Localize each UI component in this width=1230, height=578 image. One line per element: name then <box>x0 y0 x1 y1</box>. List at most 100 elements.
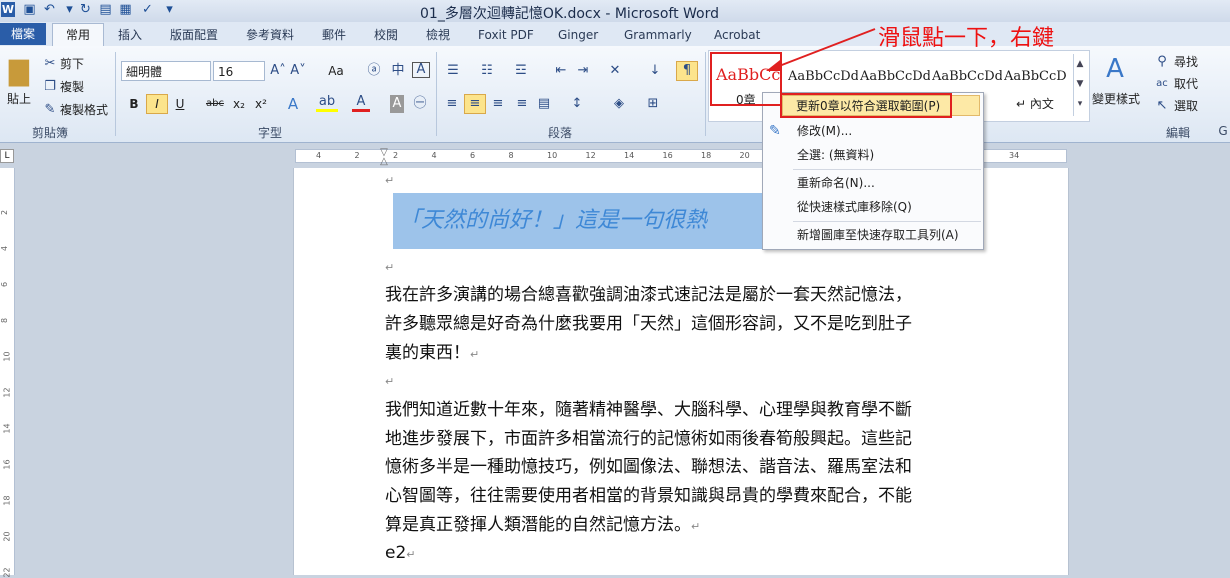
body-text: 算是真正發揮人類潛能的自然記憶方法。 <box>385 515 691 535</box>
italic-button[interactable]: I <box>146 94 168 114</box>
grow-font-icon[interactable]: A˄ <box>270 62 286 80</box>
tab-grammarly[interactable]: Grammarly <box>624 25 692 45</box>
asian-layout-icon[interactable]: ✕ <box>606 62 624 80</box>
clear-format-icon[interactable]: ⓐ <box>366 62 382 80</box>
tab-view[interactable]: 檢視 <box>426 25 450 45</box>
tab-mailings[interactable]: 郵件 <box>322 25 346 45</box>
ruler-number: 8 <box>508 151 514 160</box>
line-spacing-icon[interactable]: ↕ <box>568 95 586 113</box>
indent-marker[interactable]: ▽ △ <box>379 148 389 167</box>
bullets-icon[interactable]: ☰ <box>444 62 462 80</box>
tab-page-layout[interactable]: 版面配置 <box>170 25 218 45</box>
ruler-number: 10 <box>2 351 12 362</box>
vertical-ruler[interactable]: 2 4 6 8 10 12 14 16 18 20 22 <box>0 168 15 578</box>
char-shading-icon[interactable]: A <box>390 95 404 113</box>
text-effects-icon[interactable]: A <box>284 95 302 113</box>
redo-icon[interactable]: ↻ <box>78 2 93 17</box>
tab-references[interactable]: 參考資料 <box>246 25 294 45</box>
subscript-button[interactable]: x₂ <box>230 95 248 113</box>
menu-item-label: 修改(M)... <box>797 124 853 138</box>
strikethrough-button[interactable]: abc <box>204 95 226 113</box>
word-app-icon[interactable]: W <box>1 2 15 17</box>
menu-modify[interactable]: 修改(M)... <box>763 119 983 143</box>
menu-item-label: 從快速樣式庫移除(Q) <box>797 200 912 214</box>
save-icon[interactable]: ▣ <box>22 2 37 17</box>
paste-button[interactable]: 貼上 <box>3 90 35 108</box>
font-size-combo[interactable]: 16 <box>213 61 265 81</box>
bold-button[interactable]: B <box>126 95 142 113</box>
menu-rename[interactable]: 重新命名(N)... <box>763 171 983 195</box>
new-doc-icon[interactable]: ▦ <box>118 2 133 17</box>
ruler-number: 12 <box>2 387 12 398</box>
format-painter-button[interactable]: 複製格式 <box>60 101 108 119</box>
borders-icon[interactable]: ⊞ <box>644 95 662 113</box>
enclose-char-icon[interactable]: ㊀ <box>412 95 428 113</box>
multilevel-list-icon[interactable]: ☲ <box>512 62 530 80</box>
superscript-button[interactable]: x² <box>252 95 270 113</box>
select-button[interactable]: 選取 <box>1174 97 1198 115</box>
show-marks-icon[interactable]: ¶ <box>676 61 698 81</box>
binoculars-icon[interactable]: ⚲ <box>1154 53 1170 71</box>
align-right-icon[interactable]: ≡ <box>490 95 506 113</box>
align-left-icon[interactable]: ≡ <box>444 95 460 113</box>
dropdown-icon[interactable]: ▾ <box>62 2 77 17</box>
selected-heading[interactable]: 「天然的尚好！」這是一句很熱 <box>393 193 783 249</box>
tab-home[interactable]: 常用 <box>52 23 104 48</box>
replace-button[interactable]: 取代 <box>1174 75 1198 93</box>
menu-add-to-qat[interactable]: 新增圖庫至快速存取工具列(A) <box>763 223 983 247</box>
highlight-icon[interactable]: ab <box>316 95 338 112</box>
ruler-number: 14 <box>624 151 635 160</box>
decrease-indent-icon[interactable]: ⇤ <box>552 62 570 80</box>
group-divider <box>436 52 437 136</box>
annotation-box-menu-item <box>780 93 952 118</box>
underline-button[interactable]: U <box>172 95 188 113</box>
tab-file[interactable]: 檔案 <box>0 23 46 45</box>
tab-review[interactable]: 校閱 <box>374 25 398 45</box>
tab-acrobat[interactable]: Acrobat <box>714 25 760 45</box>
menu-item-label: 新增圖庫至快速存取工具列(A) <box>797 228 959 242</box>
paragraph-mark: ↵ <box>385 375 395 388</box>
font-color-icon[interactable]: A <box>352 95 370 112</box>
distributed-icon[interactable]: ▤ <box>536 95 552 113</box>
numbering-icon[interactable]: ☷ <box>478 62 496 80</box>
body-line: e2↵ <box>385 539 416 569</box>
ruler-number: 6 <box>0 281 10 288</box>
annotation-text: 滑鼠點一下，右鍵 <box>878 26 1055 51</box>
group-divider <box>705 52 706 136</box>
increase-indent-icon[interactable]: ⇥ <box>574 62 592 80</box>
cut-button[interactable]: 剪下 <box>60 55 84 73</box>
gallery-scroll[interactable]: ▲ ▼ ▾ <box>1073 54 1086 116</box>
find-button[interactable]: 尋找 <box>1174 53 1198 71</box>
change-styles-icon[interactable]: A <box>1100 54 1130 84</box>
menu-select-all[interactable]: 全選: (無資料) <box>763 143 983 167</box>
style-normal[interactable]: AaBbCcD ↵ 內文 <box>1004 57 1074 109</box>
change-case-button[interactable]: Aa <box>324 62 348 80</box>
change-styles-button[interactable]: 變更樣式 <box>1090 90 1142 108</box>
font-name-combo[interactable]: 細明體 <box>121 61 211 81</box>
phonetic-guide-icon[interactable]: 中 <box>388 62 408 80</box>
undo-icon[interactable]: ↶ <box>42 2 57 17</box>
tab-insert[interactable]: 插入 <box>118 25 142 45</box>
paste-icon[interactable]: ▇ <box>6 54 32 90</box>
cut-icon[interactable]: ✂ <box>42 55 58 73</box>
menu-remove-from-gallery[interactable]: 從快速樣式庫移除(Q) <box>763 195 983 219</box>
copy-icon[interactable]: ❐ <box>42 78 58 96</box>
replace-icon[interactable]: ac <box>1154 75 1170 93</box>
shrink-font-icon[interactable]: A˅ <box>290 62 306 80</box>
format-painter-icon[interactable]: ✎ <box>42 101 58 119</box>
copy-button[interactable]: 複製 <box>60 78 84 96</box>
char-border-icon[interactable]: A <box>412 62 430 78</box>
customize-qat-icon[interactable]: ▾ <box>162 2 177 17</box>
ruler-number: 6 <box>470 151 476 160</box>
print-preview-icon[interactable]: ▤ <box>98 2 113 17</box>
tab-ginger[interactable]: Ginger <box>558 25 598 45</box>
cursor-icon[interactable]: ↖ <box>1154 97 1170 115</box>
group-divider <box>115 52 116 136</box>
tab-selector[interactable]: L <box>0 149 14 163</box>
justify-icon[interactable]: ≡ <box>514 95 530 113</box>
sort-icon[interactable]: ↓ <box>646 62 664 80</box>
shading-icon[interactable]: ◈ <box>610 95 628 113</box>
spelling-icon[interactable]: ✓ <box>140 2 155 17</box>
tab-foxit-pdf[interactable]: Foxit PDF <box>478 25 534 45</box>
align-center-icon[interactable]: ≡ <box>464 94 486 114</box>
